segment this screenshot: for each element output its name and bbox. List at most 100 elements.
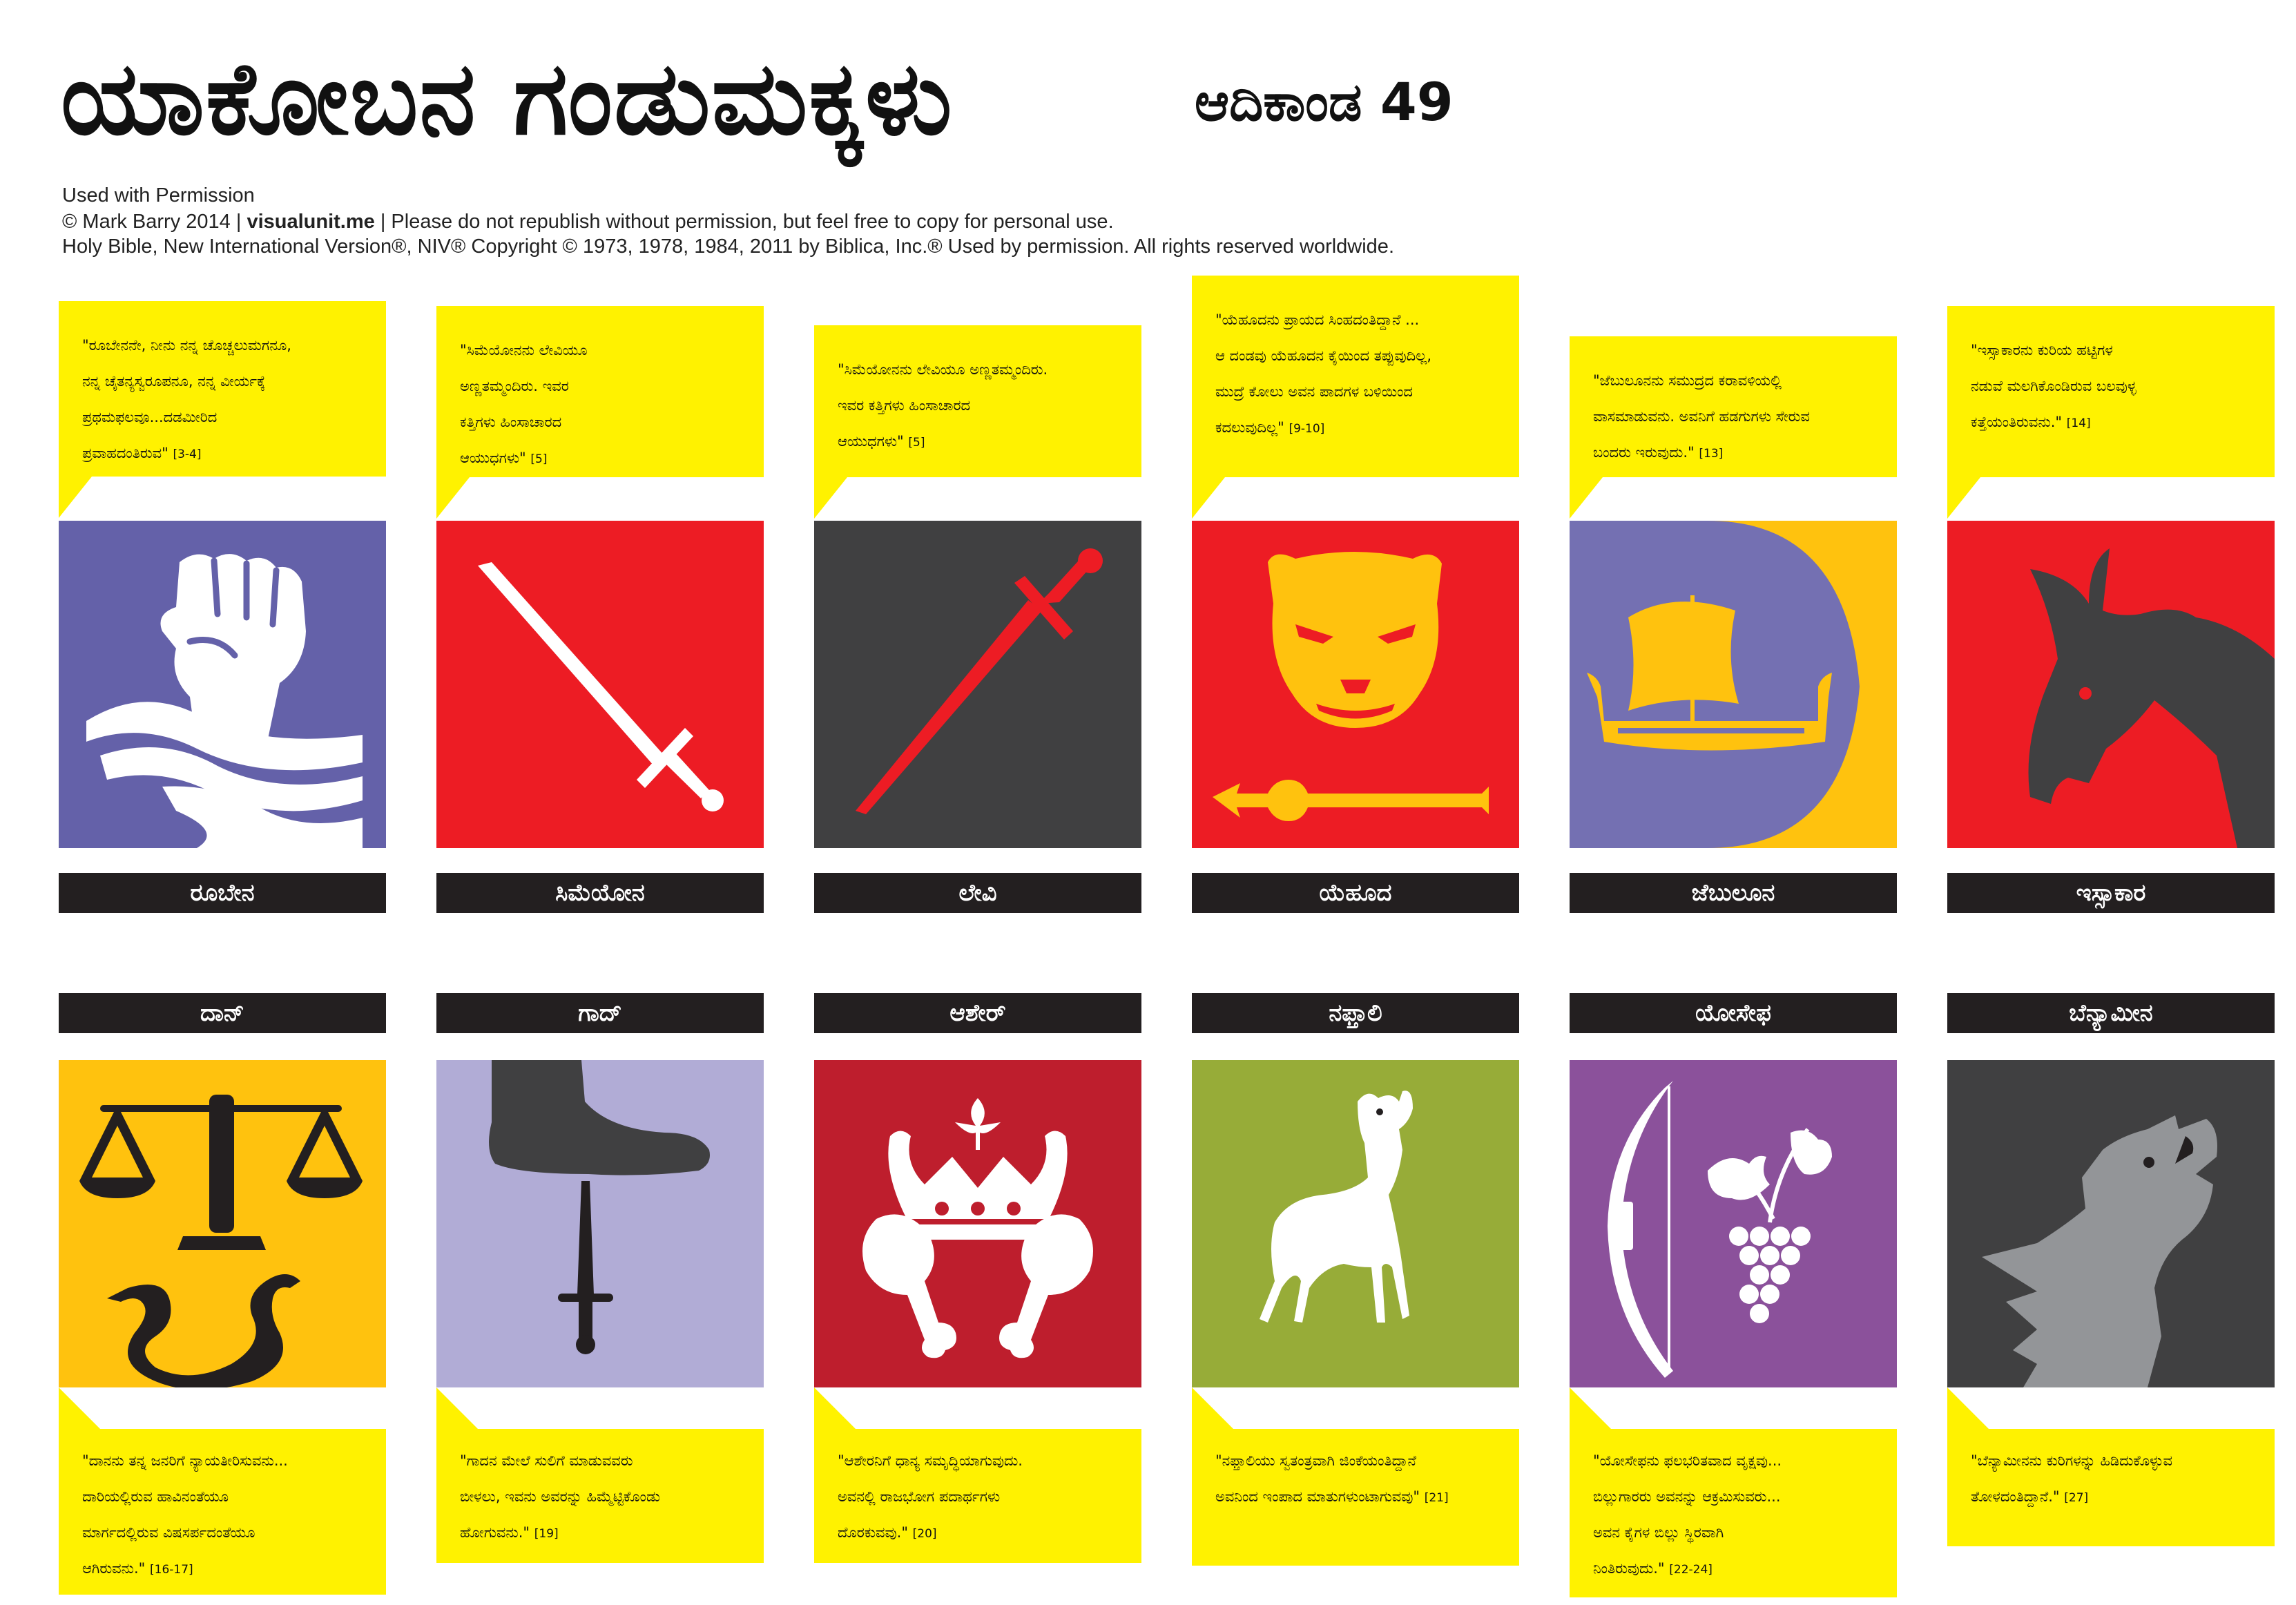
- quote-box-benjamin: "ಬೆನ್ಯಾಮೀನನು ಕುರಿಗಳನ್ನು ಹಿಡಿದುಕೊಳ್ಳುವ ತೋ…: [1947, 1429, 2275, 1546]
- emblem-issachar: [1947, 521, 2275, 848]
- emblem-reuben: [59, 521, 386, 848]
- quote-line: ಪ್ರವಾಹದಂತಿರುವ" [3-4]: [82, 445, 202, 461]
- quote-line: ಬಿಲ್ಲುಗಾರರು ಅವನನ್ನು ಆಕ್ರಮಿಸುವರು...: [1593, 1488, 1781, 1505]
- quote-box-gad: "ಗಾದನ ಮೇಲೆ ಸುಲಿಗೆ ಮಾಡುವವರು ಬೀಳಲು, ಇವನು ಅ…: [436, 1429, 764, 1563]
- quote-line: ಮುದ್ರೆ ಕೋಲು ಅವನ ಪಾದಗಳ ಬಳಿಯಿಂದ: [1215, 383, 1413, 400]
- quote-line: ನನ್ನ ಚೈತನ್ಯಸ್ವರೂಪನೂ, ನನ್ನ ವೀರ್ಯಕ್ಕೆ: [82, 373, 266, 390]
- bow-grapes-icon: [1570, 1060, 1897, 1387]
- crown-drumsticks-icon: [814, 1060, 1141, 1387]
- quote-pointer: [59, 477, 92, 518]
- quote-line: "ಇಸ್ಸಾಕಾರನು ಕುರಿಯ ಹಟ್ಟಿಗಳ: [1971, 342, 2113, 358]
- verse-ref: [9-10]: [1289, 422, 1325, 436]
- quote-line: "ಸಿಮೆಯೋನನು ಲೇವಿಯೂ: [460, 342, 588, 358]
- emblem-simeon: [436, 521, 764, 848]
- quote-line: ಕದಲುವುದಿಲ್ಲ" [9-10]: [1215, 419, 1325, 436]
- quote-line: "ರೂಬೇನನೇ, ನೀನು ನನ್ನ ಚೊಚ್ಚಲುಮಗನೂ,: [82, 337, 291, 354]
- ship-harbor-icon: [1570, 521, 1897, 848]
- name-label-naphtali: ನಫ್ತಾಲಿ: [1192, 993, 1519, 1033]
- verse-ref: [5]: [908, 436, 925, 450]
- quote-line: "ಯೆಹೂದನು ಪ್ರಾಯದ ಸಿಂಹದಂತಿದ್ದಾನೆ ...: [1215, 311, 1420, 328]
- name-label-simeon: ಸಿಮೆಯೋನ: [436, 873, 764, 913]
- name-label-judah: ಯೆಹೂದ: [1192, 873, 1519, 913]
- quote-box-zebulun: "ಜೆಬುಲೂನನು ಸಮುದ್ರದ ಕರಾವಳಿಯಲ್ಲಿ ವಾಸಮಾಡುವನ…: [1570, 336, 1897, 477]
- name-label-asher: ಆಶೇರ್: [814, 993, 1141, 1033]
- lion-scepter-icon: [1192, 521, 1519, 848]
- emblem-zebulun: [1570, 521, 1897, 848]
- quote-pointer: [1192, 1387, 1233, 1429]
- quote-box-dan: "ದಾನನು ತನ್ನ ಜನರಿಗೆ ನ್ಯಾಯತೀರಿಸುವನು... ದಾರ…: [59, 1429, 386, 1595]
- name-label-reuben: ರೂಬೇನ: [59, 873, 386, 913]
- quote-line: ತೋಳದಂತಿದ್ದಾನೆ." [27]: [1971, 1488, 2089, 1505]
- emblem-benjamin: [1947, 1060, 2275, 1387]
- verse-ref: [22-24]: [1669, 1563, 1713, 1577]
- quote-line: "ಜೆಬುಲೂನನು ಸಮುದ್ರದ ಕರಾವಳಿಯಲ್ಲಿ: [1593, 372, 1782, 389]
- quote-line: ನಿಂತಿರುವುದು." [22-24]: [1593, 1560, 1713, 1577]
- quote-line: ಅವನ ಕೈಗಳ ಬಿಲ್ಲು ಸ್ಥಿರವಾಗಿ: [1593, 1524, 1724, 1541]
- quote-line: ಅಣ್ಣತಮ್ಮಂದಿರು. ಇವರ: [460, 378, 569, 394]
- quote-line: "ಯೋಸೇಫನು ಫಲಭರಿತವಾದ ವೃಕ್ಷವು...: [1593, 1452, 1782, 1469]
- quote-line: ನಡುವೆ ಮಲಗಿಕೊಂಡಿರುವ ಬಲವುಳ್ಳ: [1971, 378, 2136, 394]
- heel-dagger-icon: [436, 1060, 764, 1387]
- quote-box-simeon: "ಸಿಮೆಯೋನನು ಲೇವಿಯೂ ಅಣ್ಣತಮ್ಮಂದಿರು. ಇವರ ಕತ್…: [436, 306, 764, 477]
- quote-box-levi: "ಸಿಮೆಯೋನನು ಲೇವಿಯೂ ಅಣ್ಣತಮ್ಮಂದಿರು. ಇವರ ಕತ್…: [814, 325, 1141, 477]
- quote-line: ಇವರ ಕತ್ತಿಗಳು ಹಿಂಸಾಚಾರದ: [838, 397, 971, 414]
- verse-ref: [20]: [912, 1527, 937, 1541]
- website-link[interactable]: visualunit.me: [247, 211, 374, 233]
- emblem-joseph: [1570, 1060, 1897, 1387]
- quote-line: "ಆಶೇರನಿಗೆ ಧಾನ್ಯ ಸಮೃದ್ಧಿಯಾಗುವುದು.: [838, 1452, 1023, 1469]
- quote-pointer: [1570, 1387, 1611, 1429]
- verse-ref: [5]: [530, 452, 548, 466]
- quote-pointer: [814, 477, 847, 519]
- quote-box-reuben: "ರೂಬೇನನೇ, ನೀನು ನನ್ನ ಚೊಚ್ಚಲುಮಗನೂ, ನನ್ನ ಚೈ…: [59, 301, 386, 477]
- emblem-asher: [814, 1060, 1141, 1387]
- quote-line: ಬೀಳಲು, ಇವನು ಅವರನ್ನು ಹಿಮ್ಮೆಟ್ಟಿಕೊಂಡು: [460, 1488, 661, 1505]
- page-title: ಯಾಕೋಬನ ಗಂಡುಮಕ್ಕಳು: [61, 40, 954, 157]
- verse-ref: [27]: [2064, 1491, 2089, 1505]
- sword-icon: [436, 521, 764, 848]
- verse-ref: [3-4]: [173, 448, 202, 461]
- verse-ref: [16-17]: [150, 1563, 193, 1577]
- quote-box-naphtali: "ನಫ್ತಾಲಿಯು ಸ್ವತಂತ್ರವಾಗಿ ಜಿಂಕೆಯಂತಿದ್ದಾನೆ …: [1192, 1429, 1519, 1566]
- name-label-zebulun: ಜೆಬುಲೂನ: [1570, 873, 1897, 913]
- copyright-line: © Mark Barry 2014 | visualunit.me | Plea…: [62, 212, 1114, 232]
- quote-line: ಪ್ರಥಮಫಲವೂ...ದಡಮೀರಿದ: [82, 409, 218, 425]
- name-label-joseph: ಯೋಸೇಫ: [1570, 993, 1897, 1033]
- quote-line: "ದಾನನು ತನ್ನ ಜನರಿಗೆ ನ್ಯಾಯತೀರಿಸುವನು...: [82, 1452, 288, 1469]
- quote-pointer: [59, 1387, 100, 1429]
- emblem-naphtali: [1192, 1060, 1519, 1387]
- quote-box-issachar: "ಇಸ್ಸಾಕಾರನು ಕುರಿಯ ಹಟ್ಟಿಗಳ ನಡುವೆ ಮಲಗಿಕೊಂಡ…: [1947, 306, 2275, 477]
- scales-serpent-icon: [59, 1060, 386, 1387]
- quote-line: ಆ ದಂಡವು ಯೆಹೂದನ ಕೈಯಿಂದ ತಪ್ಪುವುದಿಲ್ಲ,: [1215, 347, 1431, 364]
- quote-line: ಆಯುಧಗಳು" [5]: [838, 433, 925, 450]
- name-label-dan: ದಾನ್: [59, 993, 386, 1033]
- name-label-levi: ಲೇವಿ: [814, 873, 1141, 913]
- name-label-gad: ಗಾದ್: [436, 993, 764, 1033]
- quote-line: ದೊರಕುವವು." [20]: [838, 1524, 937, 1541]
- name-label-benjamin: ಬೆನ್ಯಾಮೀನ: [1947, 993, 2275, 1033]
- quote-line: ದಾರಿಯಲ್ಲಿರುವ ಹಾವಿನಂತೆಯೂ: [82, 1488, 229, 1505]
- emblem-dan: [59, 1060, 386, 1387]
- quote-line: ವಾಸಮಾಡುವನು. ಅವನಿಗೆ ಹಡಗುಗಳು ಸೇರುವ: [1593, 408, 1810, 425]
- wolf-icon: [1947, 1060, 2275, 1387]
- quote-pointer: [436, 1387, 478, 1429]
- quote-line: ಮಾರ್ಗದಲ್ಲಿರುವ ವಿಷಸರ್ಪದಂತೆಯೂ: [82, 1524, 255, 1541]
- quote-pointer: [436, 477, 470, 519]
- quote-line: "ನಫ್ತಾಲಿಯು ಸ್ವತಂತ್ರವಾಗಿ ಜಿಂಕೆಯಂತಿದ್ದಾನೆ: [1215, 1452, 1416, 1469]
- quote-box-asher: "ಆಶೇರನಿಗೆ ಧಾನ್ಯ ಸಮೃದ್ಧಿಯಾಗುವುದು. ಅವನಲ್ಲಿ…: [814, 1429, 1141, 1563]
- fist-water-icon: [59, 521, 386, 848]
- quote-line: ಆಗಿರುವನು." [16-17]: [82, 1560, 193, 1577]
- bible-copyright-line: Holy Bible, New International Version®, …: [62, 236, 1394, 258]
- quote-line: "ಸಿಮೆಯೋನನು ಲೇವಿಯೂ ಅಣ್ಣತಮ್ಮಂದಿರು.: [838, 361, 1048, 378]
- red-sword-icon: [814, 521, 1141, 848]
- verse-ref: [14]: [2066, 416, 2091, 430]
- quote-pointer: [1192, 477, 1225, 519]
- quote-line: ಕತ್ತಿಗಳು ಹಿಂಸಾಚಾರದ: [460, 414, 562, 430]
- emblem-judah: [1192, 521, 1519, 848]
- chapter-reference: ಆದಿಕಾಂಡ 49: [1195, 71, 1454, 133]
- quote-box-joseph: "ಯೋಸೇಫನು ಫಲಭರಿತವಾದ ವೃಕ್ಷವು... ಬಿಲ್ಲುಗಾರರ…: [1570, 1429, 1897, 1597]
- quote-line: "ಬೆನ್ಯಾಮೀನನು ಕುರಿಗಳನ್ನು ಹಿಡಿದುಕೊಳ್ಳುವ: [1971, 1452, 2172, 1469]
- quote-line: ಆಯುಧಗಳು" [5]: [460, 450, 548, 466]
- quote-pointer: [1947, 1387, 1989, 1429]
- quote-line: ಅವನಿಂದ ಇಂಪಾದ ಮಾತುಗಳುಂಟಾಗುವವು" [21]: [1215, 1488, 1449, 1505]
- quote-line: "ಗಾದನ ಮೇಲೆ ಸುಲಿಗೆ ಮಾಡುವವರು: [460, 1452, 633, 1469]
